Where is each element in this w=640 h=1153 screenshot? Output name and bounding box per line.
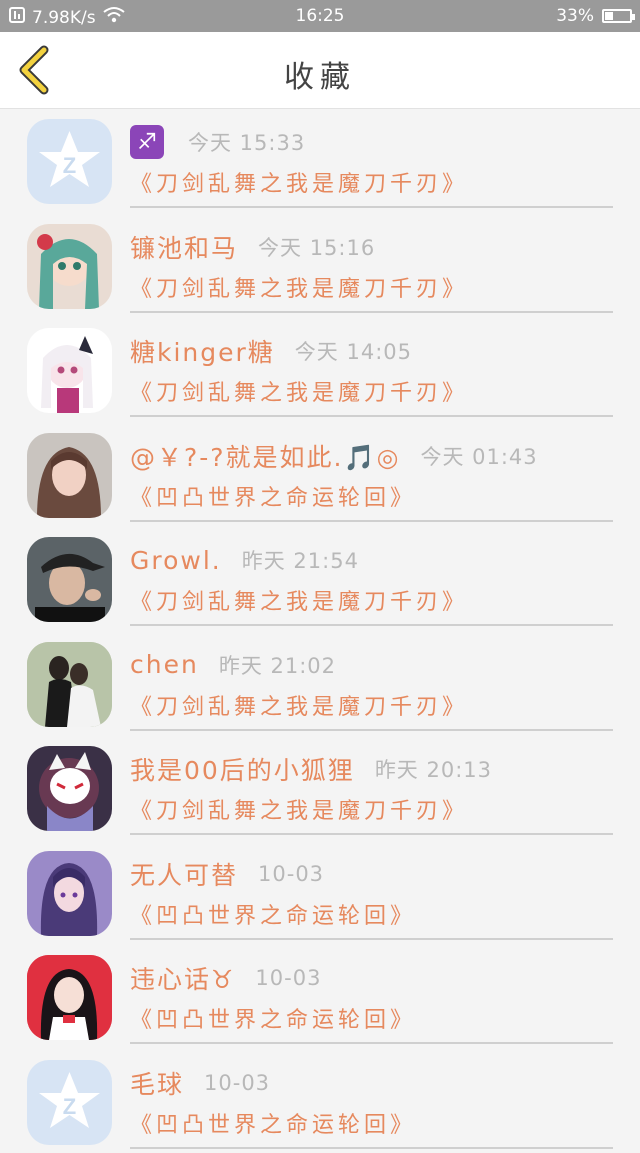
list-item-body: 毛球 10-03 《凹凸世界之命运轮回》	[130, 1063, 613, 1149]
timestamp: 今天 15:16	[258, 232, 375, 262]
list-item-header: 镰池和马今天 15:16	[130, 227, 613, 267]
avatar[interactable]	[27, 224, 112, 309]
timestamp: 昨天 21:02	[219, 650, 336, 680]
status-bar: 7.98K/s 16:25 33%	[0, 0, 640, 32]
user-name: 无人可替	[130, 856, 238, 892]
status-time: 16:25	[0, 6, 640, 26]
book-title: 《刀剑乱舞之我是魔刀千刃》	[130, 793, 613, 825]
user-name: 毛球	[130, 1065, 184, 1101]
avatar[interactable]	[27, 537, 112, 622]
avatar[interactable]: Z	[27, 1060, 112, 1145]
list-item[interactable]: Growl. 昨天 21:54 《刀剑乱舞之我是魔刀千刃》	[0, 526, 640, 631]
book-title: 《凹凸世界之命运轮回》	[130, 898, 613, 930]
list-item-header: chen 昨天 21:02	[130, 645, 613, 685]
list-item-header: @￥?-?就是如此.🎵◎ 今天 01:43	[130, 436, 613, 476]
list-item-body: chen 昨天 21:02 《刀剑乱舞之我是魔刀千刃》	[130, 645, 613, 731]
list-item-body: 糖kinger糖今天 14:05 《刀剑乱舞之我是魔刀千刃》	[130, 331, 613, 417]
list-item-body: ♐ 今天 15:33 《刀剑乱舞之我是魔刀千刃》	[130, 122, 613, 208]
timestamp: 10-03	[204, 1071, 270, 1095]
user-name: 我是00后的小狐狸	[130, 751, 355, 787]
user-name: 镰池和马	[130, 229, 238, 265]
avatar[interactable]	[27, 642, 112, 727]
book-title: 《凹凸世界之命运轮回》	[130, 1002, 613, 1034]
list-item-header: 毛球 10-03	[130, 1063, 613, 1103]
list-item-body: 无人可替 10-03 《凹凸世界之命运轮回》	[130, 854, 613, 940]
favorites-list: Z♐今天 15:33《刀剑乱舞之我是魔刀千刃》镰池和马今天 15:16《刀剑乱舞…	[0, 108, 640, 1153]
book-title: 《凹凸世界之命运轮回》	[130, 1107, 613, 1139]
list-item[interactable]: @￥?-?就是如此.🎵◎ 今天 01:43 《凹凸世界之命运轮回》	[0, 422, 640, 527]
timestamp: 今天 15:33	[188, 127, 305, 157]
svg-text:Z: Z	[63, 1094, 76, 1119]
svg-text:Z: Z	[63, 153, 76, 178]
book-title: 《刀剑乱舞之我是魔刀千刃》	[130, 166, 613, 198]
user-name: @￥?-?就是如此.🎵◎	[130, 438, 400, 474]
list-item-header: Growl. 昨天 21:54	[130, 540, 613, 580]
list-item-body: Growl. 昨天 21:54 《刀剑乱舞之我是魔刀千刃》	[130, 540, 613, 626]
list-item[interactable]: chen 昨天 21:02 《刀剑乱舞之我是魔刀千刃》	[0, 631, 640, 736]
list-item[interactable]: 无人可替 10-03 《凹凸世界之命运轮回》	[0, 840, 640, 945]
timestamp: 昨天 20:13	[375, 754, 492, 784]
list-item-header: 无人可替 10-03	[130, 854, 613, 894]
list-item-header: 违心话♉ 10-03	[130, 958, 613, 998]
avatar[interactable]	[27, 851, 112, 936]
timestamp: 10-03	[258, 862, 324, 886]
list-item-body: 镰池和马今天 15:16 《刀剑乱舞之我是魔刀千刃》	[130, 227, 613, 313]
list-item-body: @￥?-?就是如此.🎵◎ 今天 01:43 《凹凸世界之命运轮回》	[130, 436, 613, 522]
list-item-body: 违心话♉ 10-03 《凹凸世界之命运轮回》	[130, 958, 613, 1044]
list-item[interactable]: Z ♐ 今天 15:33 《刀剑乱舞之我是魔刀千刃》	[0, 108, 640, 213]
user-name: Growl.	[130, 546, 222, 575]
book-title: 《刀剑乱舞之我是魔刀千刃》	[130, 689, 613, 721]
user-name: chen	[130, 650, 199, 679]
nav-bar: 收藏	[0, 32, 640, 109]
avatar[interactable]	[27, 746, 112, 831]
status-right: 33%	[556, 6, 632, 26]
list-item[interactable]: 镰池和马今天 15:16 《刀剑乱舞之我是魔刀千刃》	[0, 213, 640, 318]
user-name: 糖kinger糖	[130, 333, 275, 369]
book-title: 《刀剑乱舞之我是魔刀千刃》	[130, 271, 613, 303]
list-item[interactable]: Z 毛球 10-03 《凹凸世界之命运轮回》	[0, 1049, 640, 1153]
list-item[interactable]: 糖kinger糖今天 14:05 《刀剑乱舞之我是魔刀千刃》	[0, 317, 640, 422]
timestamp: 今天 01:43	[420, 441, 537, 471]
list-item[interactable]: 违心话♉ 10-03 《凹凸世界之命运轮回》	[0, 944, 640, 1049]
avatar[interactable]: Z	[27, 119, 112, 204]
page-title: 收藏	[0, 52, 640, 96]
battery-fill	[605, 12, 613, 20]
timestamp: 昨天 21:54	[242, 545, 359, 575]
book-title: 《刀剑乱舞之我是魔刀千刃》	[130, 375, 613, 407]
battery-percent: 33%	[556, 6, 594, 26]
timestamp: 今天 14:05	[295, 336, 412, 366]
avatar[interactable]	[27, 328, 112, 413]
book-title: 《凹凸世界之命运轮回》	[130, 480, 613, 512]
list-item-header: 糖kinger糖今天 14:05	[130, 331, 613, 371]
list-item-body: 我是00后的小狐狸昨天 20:13 《刀剑乱舞之我是魔刀千刃》	[130, 749, 613, 835]
book-title: 《刀剑乱舞之我是魔刀千刃》	[130, 584, 613, 616]
avatar[interactable]	[27, 955, 112, 1040]
timestamp: 10-03	[255, 966, 321, 990]
list-item-header: 我是00后的小狐狸昨天 20:13	[130, 749, 613, 789]
avatar[interactable]	[27, 433, 112, 518]
list-item[interactable]: 我是00后的小狐狸昨天 20:13 《刀剑乱舞之我是魔刀千刃》	[0, 735, 640, 840]
list-item-header: ♐ 今天 15:33	[130, 122, 613, 162]
sagittarius-icon: ♐	[130, 125, 164, 159]
battery-icon	[602, 9, 632, 23]
user-name: 违心话♉	[130, 960, 235, 996]
